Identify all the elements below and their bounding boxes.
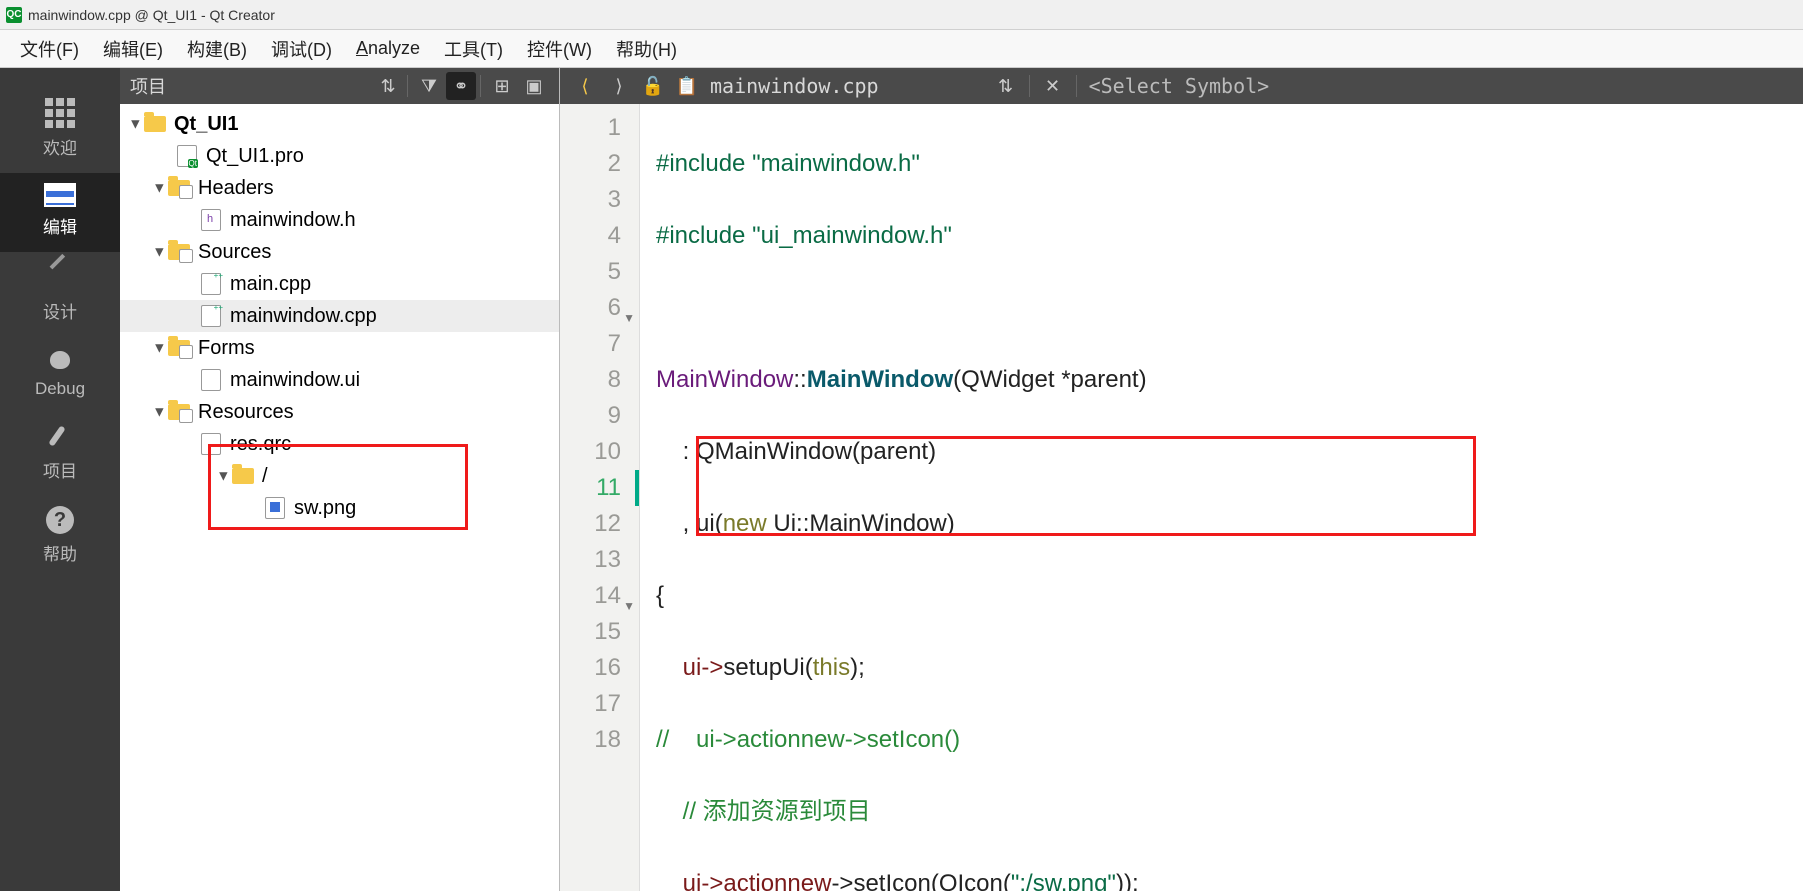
cpp-file-icon xyxy=(201,273,221,295)
expand-icon[interactable] xyxy=(152,341,168,355)
mode-design[interactable]: 设计 xyxy=(0,252,120,337)
menu-edit[interactable]: 编辑(E) xyxy=(91,30,175,68)
folder-icon xyxy=(168,340,190,356)
design-icon xyxy=(45,262,75,292)
open-file-name[interactable]: mainwindow.cpp xyxy=(710,74,879,98)
debug-icon xyxy=(45,347,75,373)
welcome-icon xyxy=(45,98,75,128)
project-switch-button[interactable]: ⇅ xyxy=(373,72,403,100)
mode-debug[interactable]: Debug xyxy=(0,337,120,413)
clipboard-icon[interactable]: 📋 xyxy=(670,72,704,100)
titlebar: QC mainwindow.cpp @ Qt_UI1 - Qt Creator xyxy=(0,0,1803,30)
expand-icon[interactable] xyxy=(128,117,144,131)
menu-file[interactable]: 文件(F) xyxy=(8,30,91,68)
mode-welcome[interactable]: 欢迎 xyxy=(0,88,120,173)
tree-mainwindow-cpp[interactable]: mainwindow.cpp xyxy=(120,300,559,332)
folder-icon xyxy=(232,468,254,484)
qtcreator-logo-icon: QC xyxy=(6,7,22,23)
mode-projects[interactable]: 项目 xyxy=(0,413,120,496)
tree-main-cpp[interactable]: main.cpp xyxy=(120,268,559,300)
tree-headers[interactable]: Headers xyxy=(120,172,559,204)
symbol-selector[interactable]: <Select Symbol> xyxy=(1089,74,1270,98)
mode-edit[interactable]: 编辑 xyxy=(0,173,120,252)
editor-toolbar: ⟨ ⟩ 🔓 📋 mainwindow.cpp ⇅ ✕ <Select Symbo… xyxy=(560,68,1803,104)
project-pane: 项目 ⇅ ⧩ ⚭ ⊞ ▣ Qt_UI1 Qt_UI1.pro Hea xyxy=(120,68,560,891)
editor-area: ⟨ ⟩ 🔓 📋 mainwindow.cpp ⇅ ✕ <Select Symbo… xyxy=(560,68,1803,891)
lock-icon[interactable]: 🔓 xyxy=(636,72,670,100)
nav-back-button[interactable]: ⟨ xyxy=(568,72,602,100)
help-icon: ? xyxy=(46,506,74,534)
folder-icon xyxy=(168,244,190,260)
project-pane-title: 项目 xyxy=(130,73,166,99)
folder-icon xyxy=(168,180,190,196)
expand-icon[interactable] xyxy=(216,469,232,483)
link-icon[interactable]: ⚭ xyxy=(446,72,476,100)
add-split-icon[interactable]: ⊞ xyxy=(487,72,517,100)
mode-sidebar: 欢迎 编辑 设计 Debug 项目 ? 帮助 xyxy=(0,68,120,891)
tree-header-file[interactable]: mainwindow.h xyxy=(120,204,559,236)
tree-res-folder[interactable]: / xyxy=(120,460,559,492)
code-editor[interactable]: 1 2 3 4 5 6▼ 7 8 9 10 11 12 13 14▼ 15 16… xyxy=(560,104,1803,891)
edit-icon xyxy=(44,183,76,207)
project-tree[interactable]: Qt_UI1 Qt_UI1.pro Headers mainwindow.h S… xyxy=(120,104,559,891)
nav-forward-button[interactable]: ⟩ xyxy=(602,72,636,100)
menu-analyze[interactable]: Analyze xyxy=(344,32,432,65)
menu-widgets[interactable]: 控件(W) xyxy=(515,30,604,68)
tree-root[interactable]: Qt_UI1 xyxy=(120,108,559,140)
line-number-gutter: 1 2 3 4 5 6▼ 7 8 9 10 11 12 13 14▼ 15 16… xyxy=(560,104,640,891)
menu-build[interactable]: 构建(B) xyxy=(175,30,259,68)
code-content[interactable]: #include "mainwindow.h" #include "ui_mai… xyxy=(640,104,1803,891)
png-file-icon xyxy=(265,497,285,519)
h-file-icon xyxy=(201,209,221,231)
expand-icon[interactable] xyxy=(152,181,168,195)
ui-file-icon xyxy=(201,369,221,391)
menu-debug[interactable]: 调试(D) xyxy=(259,30,344,68)
fold-icon[interactable]: ▼ xyxy=(623,588,635,624)
wrench-icon xyxy=(46,423,74,451)
close-file-button[interactable]: ✕ xyxy=(1036,72,1070,100)
window-icon[interactable]: ▣ xyxy=(519,72,549,100)
cpp-file-icon xyxy=(201,305,221,327)
menu-tools[interactable]: 工具(T) xyxy=(432,30,515,68)
tree-resources[interactable]: Resources xyxy=(120,396,559,428)
expand-icon[interactable] xyxy=(152,245,168,259)
expand-icon[interactable] xyxy=(152,405,168,419)
qrc-file-icon xyxy=(201,433,221,455)
filter-icon[interactable]: ⧩ xyxy=(414,72,444,100)
folder-icon xyxy=(168,404,190,420)
pro-file-icon xyxy=(177,145,197,167)
fold-icon[interactable]: ▼ xyxy=(623,300,635,336)
tree-forms[interactable]: Forms xyxy=(120,332,559,364)
menu-help[interactable]: 帮助(H) xyxy=(604,30,689,68)
project-pane-header: 项目 ⇅ ⧩ ⚭ ⊞ ▣ xyxy=(120,68,559,104)
tree-qrc-file[interactable]: res.qrc xyxy=(120,428,559,460)
file-switch-button[interactable]: ⇅ xyxy=(989,72,1023,100)
tree-pro-file[interactable]: Qt_UI1.pro xyxy=(120,140,559,172)
menubar: 文件(F) 编辑(E) 构建(B) 调试(D) Analyze 工具(T) 控件… xyxy=(0,30,1803,68)
folder-icon xyxy=(144,116,166,132)
tree-ui-file[interactable]: mainwindow.ui xyxy=(120,364,559,396)
tree-sw-png[interactable]: sw.png xyxy=(120,492,559,524)
tree-sources[interactable]: Sources xyxy=(120,236,559,268)
mode-help[interactable]: ? 帮助 xyxy=(0,496,120,579)
window-title: mainwindow.cpp @ Qt_UI1 - Qt Creator xyxy=(28,7,275,23)
